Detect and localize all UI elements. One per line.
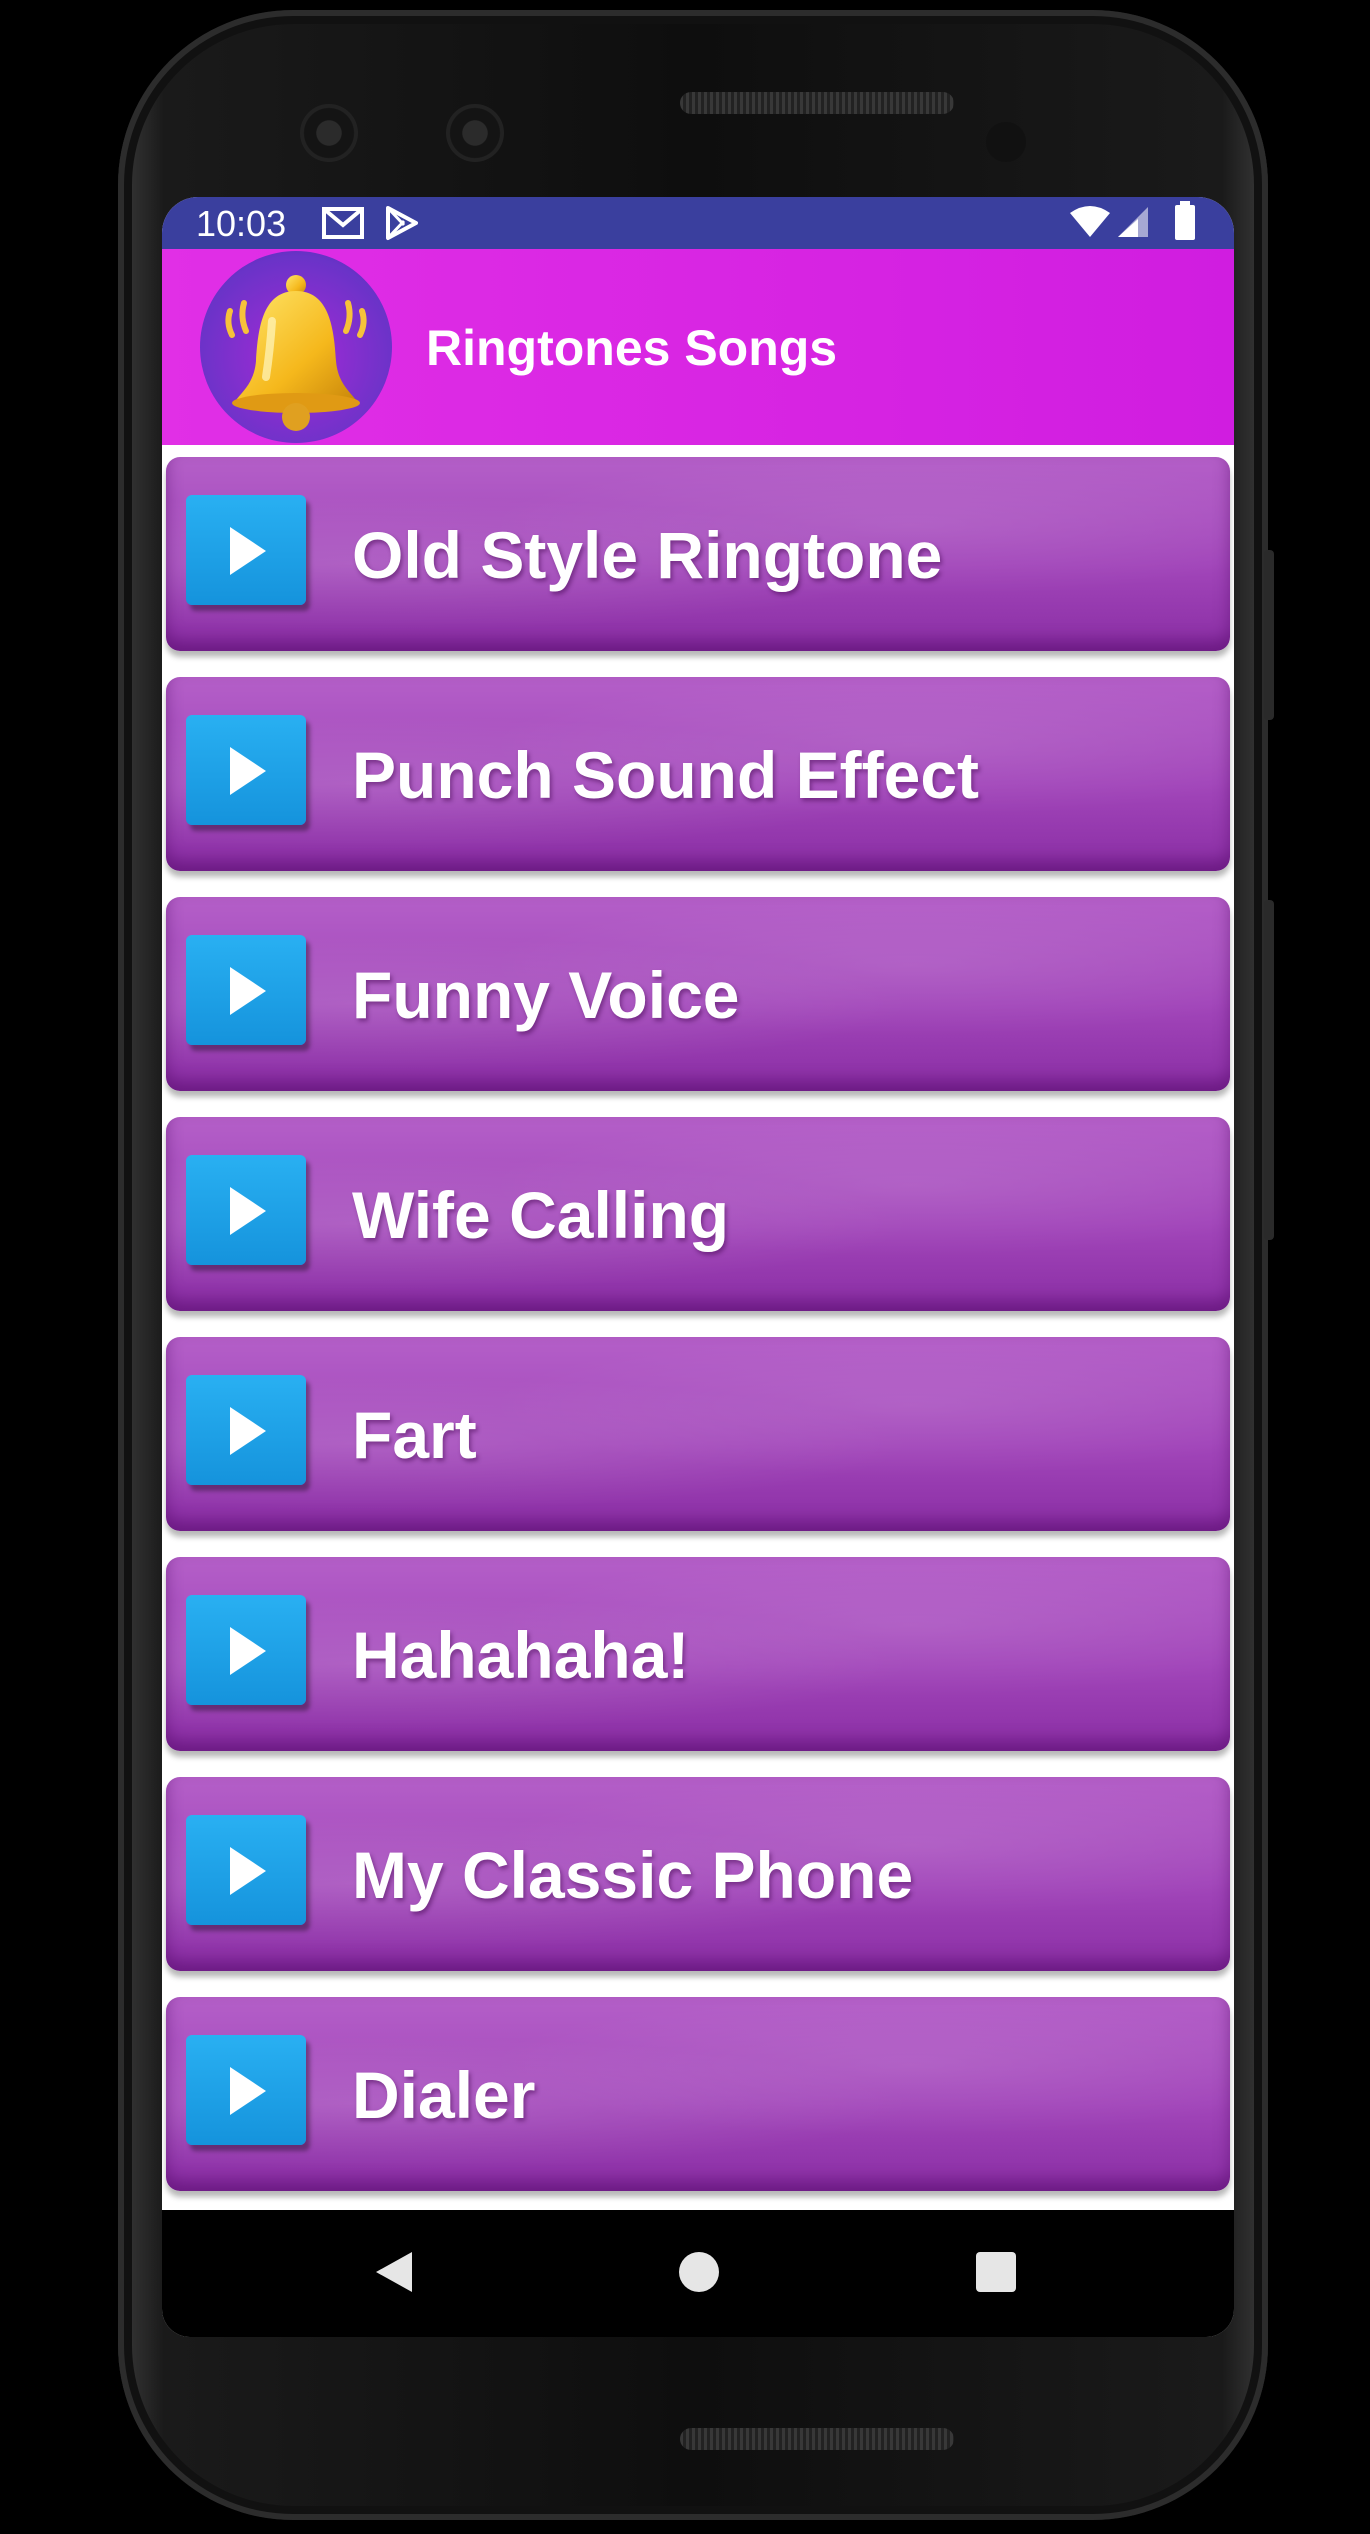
ringtone-label: Punch Sound Effect <box>352 738 979 812</box>
app-bar: Ringtones Songs <box>162 249 1234 445</box>
play-icon <box>230 747 266 795</box>
ringtone-item[interactable]: Funny Voice <box>166 897 1230 1091</box>
ringtone-label: Wife Calling <box>352 1178 730 1252</box>
play-button[interactable] <box>186 715 306 825</box>
wifi-icon <box>1068 205 1112 244</box>
play-icon <box>230 1407 266 1455</box>
ringtone-label: Dialer <box>352 2058 536 2132</box>
play-icon <box>230 527 266 575</box>
play-icon <box>230 2067 266 2115</box>
play-button[interactable] <box>186 1815 306 1925</box>
play-button[interactable] <box>186 935 306 1045</box>
home-icon[interactable] <box>676 2248 722 2301</box>
ringtone-item[interactable]: Hahahaha! <box>166 1557 1230 1751</box>
play-icon <box>230 1627 266 1675</box>
ringtone-item[interactable]: Dialer <box>166 1997 1230 2191</box>
navigation-bar <box>162 2210 1234 2337</box>
signal-icon <box>1116 205 1150 244</box>
front-camera-left <box>300 104 358 162</box>
play-icon <box>230 1187 266 1235</box>
ringtone-item[interactable]: Old Style Ringtone <box>166 457 1230 651</box>
play-button[interactable] <box>186 495 306 605</box>
play-button[interactable] <box>186 1595 306 1705</box>
proximity-sensor <box>986 122 1026 162</box>
play-store-icon <box>384 205 420 246</box>
ringtone-item[interactable]: My Classic Phone <box>166 1777 1230 1971</box>
recents-icon[interactable] <box>974 2248 1018 2301</box>
ringtone-label: My Classic Phone <box>352 1838 914 1912</box>
ringtone-label: Funny Voice <box>352 958 740 1032</box>
play-button[interactable] <box>186 1375 306 1485</box>
power-button <box>1264 550 1274 720</box>
back-icon[interactable] <box>372 2248 416 2301</box>
play-button[interactable] <box>186 2035 306 2145</box>
app-title: Ringtones Songs <box>426 320 838 376</box>
play-icon <box>230 967 266 1015</box>
bottom-speaker <box>680 2428 954 2450</box>
volume-button <box>1264 900 1274 1240</box>
ringtone-label: Fart <box>352 1398 477 1472</box>
ringtone-item[interactable]: Fart <box>166 1337 1230 1531</box>
top-speaker <box>680 92 954 114</box>
status-time: 10:03 <box>196 203 287 244</box>
play-button[interactable] <box>186 1155 306 1265</box>
battery-icon <box>1174 201 1196 246</box>
ringtone-item[interactable]: Punch Sound Effect <box>166 677 1230 871</box>
status-bar: 10:03 <box>162 197 1234 249</box>
bell-icon <box>200 251 392 443</box>
play-icon <box>230 1847 266 1895</box>
ringtone-label: Old Style Ringtone <box>352 518 943 592</box>
ringtone-item[interactable]: Wife Calling <box>166 1117 1230 1311</box>
gmail-icon <box>322 207 364 244</box>
ringtone-label: Hahahaha! <box>352 1618 690 1692</box>
front-camera-right <box>446 104 504 162</box>
screen: 10:03 Ringtones Songs Old Style Ringtone… <box>162 197 1234 2337</box>
